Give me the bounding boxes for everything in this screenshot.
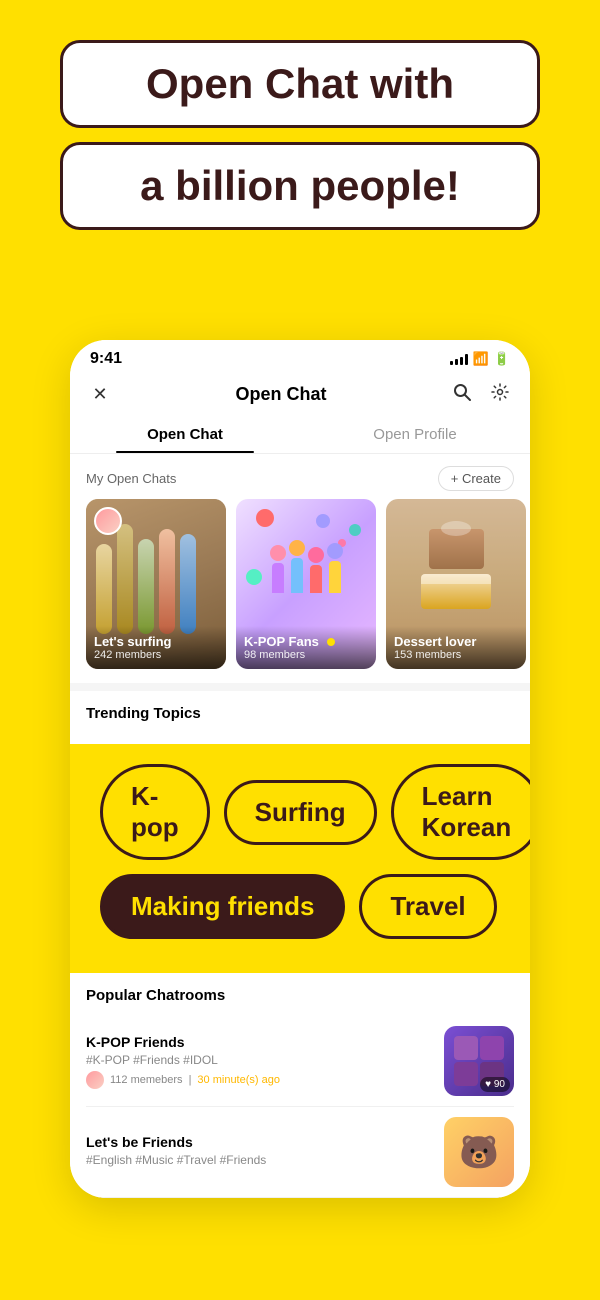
tabs: Open Chat Open Profile <box>70 416 530 454</box>
card-overlay-surfing: Let's surfing 242 members <box>86 626 226 669</box>
hero-line-2: a billion people! <box>93 163 507 209</box>
chat-card-surfing[interactable]: Let's surfing 242 members <box>86 499 226 669</box>
popular-chatrooms-title: Popular Chatrooms <box>86 987 514 1004</box>
popular-chat-item-friends[interactable]: Let's be Friends #English #Music #Travel… <box>86 1107 514 1198</box>
tab-open-chat-label: Open Chat <box>147 426 223 443</box>
pill-surfing-label: Surfing <box>255 797 346 827</box>
header-title: Open Chat <box>235 384 326 405</box>
phone-mockup: 9:41 📶 🔋 ✕ Open Chat <box>70 340 530 1198</box>
avatar-kpop <box>86 1071 104 1089</box>
tab-open-profile-label: Open Profile <box>373 426 456 443</box>
pill-surfing[interactable]: Surfing <box>224 780 377 845</box>
tab-open-chat[interactable]: Open Chat <box>70 416 300 453</box>
create-button-label: + Create <box>451 471 501 486</box>
speech-bubble-1: Open Chat with <box>60 40 540 128</box>
pill-making-friends[interactable]: Making friends <box>100 874 345 939</box>
chat-card-kpop[interactable]: K-POP Fans 98 members <box>236 499 376 669</box>
gear-icon <box>490 382 510 407</box>
popular-chatrooms-section: Popular Chatrooms K-POP Friends #K-POP #… <box>70 973 530 1198</box>
card-overlay-dessert: Dessert lover 153 members <box>386 626 526 669</box>
hero-section: Open Chat with a billion people! <box>0 0 600 250</box>
create-button[interactable]: + Create <box>438 466 514 491</box>
pill-kpop-label: K-pop <box>131 781 179 842</box>
trending-section: Trending Topics <box>70 683 530 744</box>
card-name-kpop: K-POP Fans <box>244 634 319 649</box>
wifi-icon: 📶 <box>473 351 489 367</box>
card-members-dessert: 153 members <box>394 649 518 661</box>
pill-learn-korean[interactable]: Learn Korean <box>391 764 530 860</box>
chat-item-kpop-meta: 112 memebers | 30 minute(s) ago <box>86 1071 434 1089</box>
status-time: 9:41 <box>90 350 122 368</box>
card-name-surfing: Let's surfing <box>94 634 218 649</box>
chat-item-kpop-time: 30 minute(s) ago <box>197 1074 280 1086</box>
chat-card-dessert[interactable]: Dessert lover 153 members <box>386 499 526 669</box>
status-icons: 📶 🔋 <box>450 351 510 367</box>
tab-open-profile[interactable]: Open Profile <box>300 416 530 453</box>
header-action-icons <box>448 380 514 408</box>
my-open-chats-header: My Open Chats + Create <box>70 454 530 499</box>
chat-item-kpop-members: 112 memebers <box>110 1074 183 1086</box>
pill-kpop[interactable]: K-pop <box>100 764 210 860</box>
hero-line-1: Open Chat with <box>93 61 507 107</box>
chat-item-friends-info: Let's be Friends #English #Music #Travel… <box>86 1134 434 1171</box>
speech-bubble-2: a billion people! <box>60 142 540 230</box>
pill-travel[interactable]: Travel <box>359 874 496 939</box>
card-name-dessert: Dessert lover <box>394 634 518 649</box>
chat-cards-list: Let's surfing 242 members <box>70 499 530 683</box>
kpop-live-dot <box>327 638 335 646</box>
chat-item-kpop-name: K-POP Friends <box>86 1034 434 1050</box>
settings-button[interactable] <box>486 380 514 408</box>
card-members-surfing: 242 members <box>94 649 218 661</box>
my-open-chats-label: My Open Chats <box>86 471 176 486</box>
close-button[interactable]: ✕ <box>86 380 114 408</box>
chat-item-friends-tags: #English #Music #Travel #Friends <box>86 1153 434 1167</box>
chat-thumb-friends: 🐻 <box>444 1117 514 1187</box>
pill-learn-korean-label: Learn Korean <box>422 781 512 842</box>
card-members-kpop: 98 members <box>244 649 368 661</box>
pills-row-1: K-pop Surfing Learn Korean <box>100 764 500 860</box>
card-overlay-kpop: K-POP Fans 98 members <box>236 626 376 669</box>
pill-making-friends-label: Making friends <box>131 891 314 921</box>
pill-travel-label: Travel <box>390 891 465 921</box>
trending-title: Trending Topics <box>86 705 514 722</box>
pills-area: K-pop Surfing Learn Korean Making friend… <box>70 744 530 973</box>
chat-item-friends-name: Let's be Friends <box>86 1134 434 1150</box>
close-icon: ✕ <box>92 384 107 405</box>
chat-item-kpop-tags: #K-POP #Friends #IDOL <box>86 1053 434 1067</box>
signal-icon <box>450 353 468 365</box>
heart-badge-kpop: ♥ 90 <box>480 1077 510 1092</box>
chat-thumb-kpop: ♥ 90 <box>444 1026 514 1096</box>
pills-row-2: Making friends Travel <box>100 874 500 939</box>
search-icon <box>452 382 472 407</box>
app-header: ✕ Open Chat <box>70 372 530 416</box>
chat-item-kpop-info: K-POP Friends #K-POP #Friends #IDOL 112 … <box>86 1034 434 1089</box>
popular-chat-item-kpop[interactable]: K-POP Friends #K-POP #Friends #IDOL 112 … <box>86 1016 514 1107</box>
battery-icon: 🔋 <box>494 351 510 367</box>
heart-icon: ♥ <box>485 1079 491 1090</box>
status-bar: 9:41 📶 🔋 <box>70 340 530 372</box>
search-button[interactable] <box>448 380 476 408</box>
